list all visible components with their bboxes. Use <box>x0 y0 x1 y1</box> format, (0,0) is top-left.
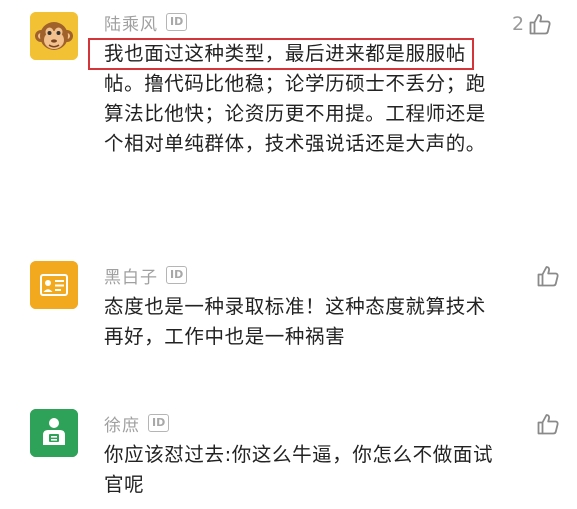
thumbs-up-icon <box>537 266 559 287</box>
username[interactable]: 徐庶 <box>104 411 140 436</box>
avatar[interactable] <box>30 261 78 309</box>
monkey-face-icon <box>30 12 78 60</box>
id-card-person-icon <box>30 261 78 309</box>
comment-text: 态度也是一种录取标准！这种态度就算技术再好，工作中也是一种祸害 <box>104 295 486 348</box>
id-badge: ID <box>166 266 188 284</box>
avatar[interactable] <box>30 409 78 457</box>
comment-header: 陆乘风 ID <box>104 8 188 36</box>
avatar[interactable] <box>30 12 78 60</box>
comment-header: 徐庶 ID <box>104 409 170 437</box>
thumbs-up-icon <box>537 414 559 435</box>
like-count: 2 <box>512 13 525 35</box>
thumbs-up-icon <box>529 14 551 35</box>
like-button[interactable]: 2 <box>512 10 552 38</box>
id-badge: ID <box>148 414 170 432</box>
comment-text: 你应该怼过去:你这么牛逼，你怎么不做面试官呢 <box>104 443 494 496</box>
like-button[interactable] <box>532 410 560 438</box>
username[interactable]: 陆乘风 <box>104 10 158 35</box>
id-badge: ID <box>166 13 188 31</box>
person-badge-icon <box>30 409 78 457</box>
highlight-box <box>88 38 474 70</box>
comment-header: 黑白子 ID <box>104 261 188 289</box>
username[interactable]: 黑白子 <box>104 263 158 288</box>
like-button[interactable] <box>532 262 560 290</box>
